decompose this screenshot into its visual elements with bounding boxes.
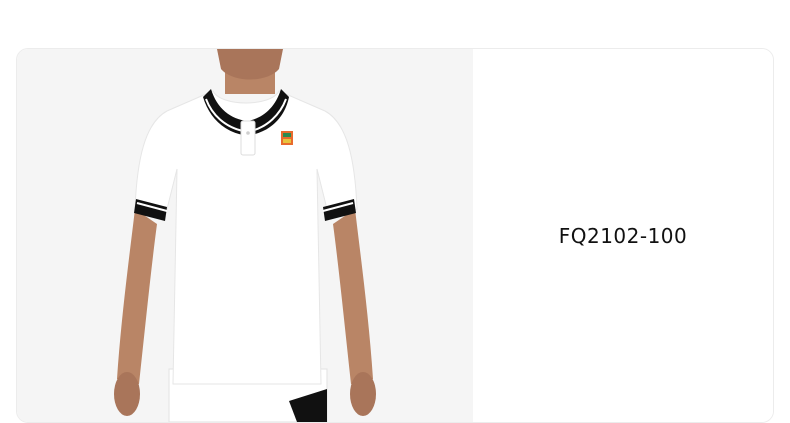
product-sku: FQ2102-100 xyxy=(558,223,688,248)
product-info: FQ2102-100 xyxy=(473,49,773,422)
product-card[interactable]: FQ2102-100 xyxy=(16,48,774,423)
polo-shirt-model-image-icon xyxy=(114,49,376,422)
product-image[interactable] xyxy=(17,49,473,422)
